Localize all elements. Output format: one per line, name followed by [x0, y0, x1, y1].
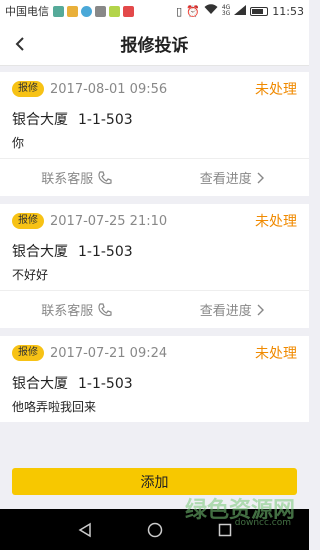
phone-icon: [98, 302, 112, 316]
address: 银合大厦 1-1-503: [0, 370, 309, 392]
unit-number: 1-1-503: [78, 112, 133, 128]
alarm-icon: ⏰: [186, 4, 200, 18]
back-button[interactable]: [6, 30, 34, 58]
status-bar: 中国电信 ▯ ⏰ 4G 3G 11:53: [0, 0, 309, 22]
list-item-header: 报修 2017-07-21 09:24 未处理: [0, 336, 309, 370]
list-item-header: 报修 2017-08-01 09:56 未处理: [0, 72, 309, 106]
watermark-url: downcc.com: [234, 518, 291, 528]
unit-number: 1-1-503: [78, 376, 133, 392]
vibrate-icon: ▯: [176, 4, 183, 18]
submit-date: 2017-08-01 09:56: [50, 81, 168, 97]
recents-square-icon[interactable]: [218, 523, 232, 537]
list-item[interactable]: 报修 2017-08-01 09:56 未处理 银合大厦 1-1-503 你 联系…: [0, 72, 309, 196]
contact-service-button[interactable]: 联系客服: [0, 159, 155, 196]
phone-icon: [98, 170, 112, 184]
network-type: 4G 3G: [222, 5, 230, 17]
list-item-header: 报修 2017-07-25 21:10 未处理: [0, 204, 309, 238]
list-item[interactable]: 报修 2017-07-25 21:10 未处理 银合大厦 1-1-503 不好好 …: [0, 204, 309, 328]
back-triangle-icon[interactable]: [78, 522, 92, 538]
status-label: 未处理: [255, 214, 297, 230]
address: 银合大厦 1-1-503: [0, 238, 309, 260]
page-title: 报修投诉: [120, 36, 189, 56]
image-icon: [95, 5, 106, 17]
unit-number: 1-1-503: [78, 244, 133, 260]
building-name: 银合大厦: [12, 244, 68, 260]
message: 不好好: [12, 268, 49, 282]
add-button[interactable]: 添加: [12, 468, 297, 495]
complaint-list: 报修 2017-08-01 09:56 未处理 银合大厦 1-1-503 你 联系…: [0, 66, 309, 422]
item-actions: 联系客服 查看进度: [0, 290, 309, 328]
nav-bar: 报修投诉: [0, 22, 309, 66]
status-right: ▯ ⏰ 4G 3G 11:53: [176, 4, 304, 18]
clock: 11:53: [272, 4, 304, 18]
chevron-left-icon: [15, 37, 24, 51]
view-progress-label: 查看进度: [199, 172, 252, 187]
chevron-right-icon: [257, 172, 264, 183]
submit-date: 2017-07-25 21:10: [50, 213, 168, 229]
notification-icon: [81, 5, 92, 17]
contact-service-button[interactable]: 联系客服: [0, 291, 155, 328]
type-badge: 报修: [12, 345, 44, 361]
notification-icon: [109, 5, 120, 17]
submit-date: 2017-07-21 09:24: [50, 345, 168, 361]
item-actions: 联系客服 查看进度: [0, 158, 309, 196]
chevron-right-icon: [257, 304, 264, 315]
address: 银合大厦 1-1-503: [0, 106, 309, 128]
status-label: 未处理: [255, 82, 297, 98]
message: 你: [12, 136, 25, 150]
battery-icon: [250, 6, 269, 16]
view-progress-label: 查看进度: [199, 304, 252, 319]
notification-icon: [123, 5, 134, 17]
status-label: 未处理: [255, 346, 297, 362]
list-item[interactable]: 报修 2017-07-21 09:24 未处理 银合大厦 1-1-503 他咯弄啦…: [0, 336, 309, 422]
building-name: 银合大厦: [12, 112, 68, 128]
signal-icon: [234, 4, 247, 18]
network-type-bottom: 3G: [221, 10, 231, 17]
type-badge: 报修: [12, 81, 44, 97]
notification-icon: [67, 5, 78, 17]
carrier-label: 中国电信: [5, 5, 49, 18]
home-circle-icon[interactable]: [147, 522, 163, 538]
wifi-icon: [204, 4, 218, 18]
contact-service-label: 联系客服: [41, 304, 94, 319]
contact-service-label: 联系客服: [41, 172, 94, 187]
notification-icon: [53, 5, 64, 17]
view-progress-button[interactable]: 查看进度: [155, 159, 310, 196]
building-name: 银合大厦: [12, 376, 68, 392]
view-progress-button[interactable]: 查看进度: [155, 291, 310, 328]
message: 他咯弄啦我回来: [12, 400, 97, 414]
notification-icons: [53, 5, 134, 17]
type-badge: 报修: [12, 213, 44, 229]
